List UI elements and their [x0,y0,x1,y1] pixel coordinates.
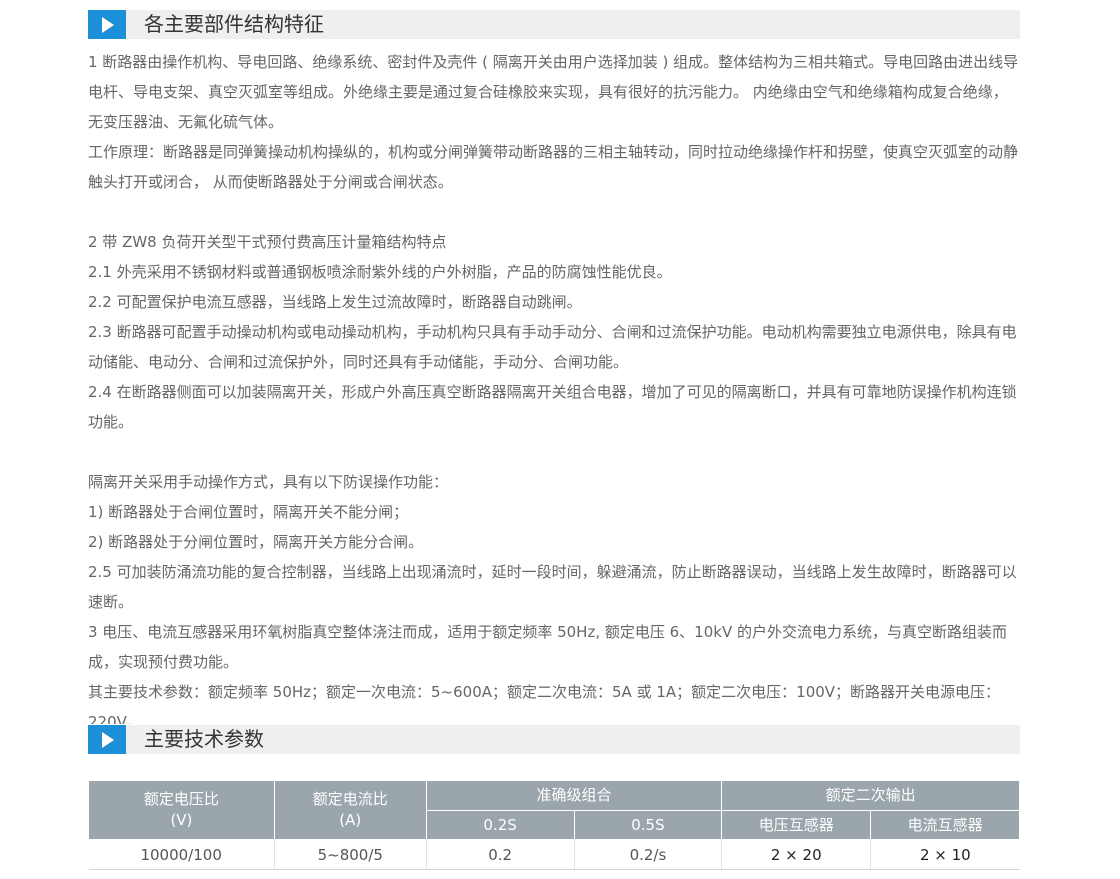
header-current-ratio: 额定电流比 (A) [273,780,427,840]
play-arrow-icon [88,725,126,754]
header-accuracy-05s: 0.5S [573,810,723,840]
header-voltage-ratio: 额定电压比 (V) [88,780,275,840]
play-arrow-icon [88,10,126,39]
paragraph: 1 断路器由操作机构、导电回路、绝缘系统、密封件及壳件 ( 隔离开关由用户选择加… [88,53,1019,131]
parameters-table: 额定电压比 (V) 额定电流比 (A) 准确级组合 额定二次输出 0.2S 0.5S… [88,780,1020,870]
table-cell: 10000/100 [88,839,275,870]
paragraph: 2.3 断路器可配置手动操动机构或电动操动机构，手动机构只具有手动手动分、合闸和… [88,323,1017,371]
header-accuracy: 准确级组合 [425,780,723,811]
paragraph: 2 带 ZW8 负荷开关型干式预付费高压计量箱结构特点 [88,233,447,251]
table-cell: 2 × 20 [721,839,872,870]
paragraph: 1) 断路器处于合闸位置时，隔离开关不能分闸； [88,503,409,521]
paragraph: 2.1 外壳采用不锈钢材料或普通钢板喷涂耐紫外线的户外树脂，产品的防腐蚀性能优良… [88,263,672,281]
header-accuracy-02s: 0.2S [425,810,575,840]
header-current-transformer: 电流互感器 [870,810,1020,840]
paragraph: 隔离开关采用手动操作方式，具有以下防误操作功能： [88,473,449,491]
header-voltage-transformer: 电压互感器 [721,810,872,840]
paragraph: 其主要技术参数：额定频率 50Hz；额定一次电流：5~600A；额定二次电流：5… [88,683,1001,724]
table-row: 10000/100 5~800/5 0.2 0.2/s 2 × 20 2 × 1… [88,839,1020,870]
section-title: 主要技术参数 [144,727,264,751]
paragraph: 2) 断路器处于分闸位置时，隔离开关方能分合闸。 [88,533,424,551]
paragraph: 3 电压、电流互感器采用环氧树脂真空整体浇注而成，适用于额定频率 50Hz, 额… [88,623,1007,671]
header-secondary-output: 额定二次输出 [721,780,1020,811]
paragraph: 工作原理：断路器是同弹簧操动机构操纵的，机构或分闸弹簧带动断路器的三相主轴转动，… [88,143,1019,191]
paragraph: 2.4 在断路器侧面可以加装隔离开关，形成户外高压真空断路器隔离开关组合电器，增… [88,383,1017,431]
structure-text: 1 断路器由操作机构、导电回路、绝缘系统、密封件及壳件 ( 隔离开关由用户选择加… [88,47,1022,724]
table-cell: 5~800/5 [274,839,427,870]
table-cell: 2 × 10 [870,839,1020,870]
paragraph: 2.2 可配置保护电流互感器，当线路上发生过流故障时，断路器自动跳闸。 [88,293,582,311]
table-cell: 0.2/s [574,839,723,870]
table-cell: 0.2 [426,839,575,870]
section-title: 各主要部件结构特征 [144,12,324,36]
section-header-parameters: 主要技术参数 [88,725,1020,754]
section-header-structure: 各主要部件结构特征 [88,10,1020,39]
paragraph: 2.5 可加装防涌流功能的复合控制器，当线路上出现涌流时，延时一段时间，躲避涌流… [88,563,1017,611]
